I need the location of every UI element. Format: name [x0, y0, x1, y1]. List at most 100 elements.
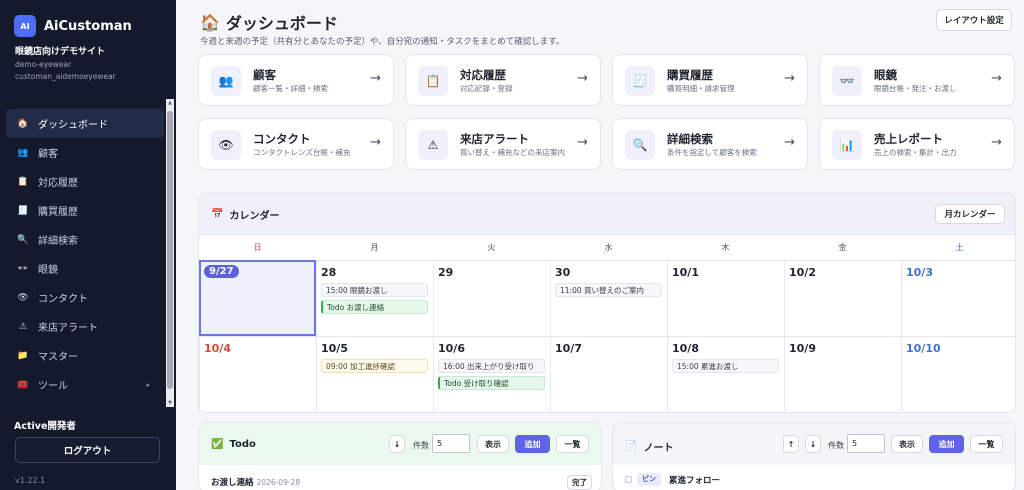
glasses-icon: 👓 [832, 66, 862, 96]
calendar-day[interactable]: 10/6 16:00 出来上がり受け取り Todo 受け取り確認 [433, 336, 550, 412]
calendar-day[interactable]: 30 11:00 買い替えのご案内 [550, 260, 667, 336]
note-checkbox[interactable] [625, 476, 632, 483]
sidebar-item-label: 眼鏡 [38, 265, 58, 276]
calendar-event[interactable]: 11:00 買い替えのご案内 [555, 283, 662, 297]
sidebar-item-9[interactable]: 🧰 ツール ▸ [6, 370, 164, 399]
todo-item-text: お渡し連絡 [211, 478, 254, 488]
calendar-day[interactable]: 9/27 [199, 260, 316, 336]
calendar-day[interactable]: 10/8 15:00 累進お渡し [667, 336, 784, 412]
glasses-icon: 👓 [17, 263, 29, 274]
calendar-header: 📅 カレンダー 月カレンダー [199, 194, 1015, 234]
todo-item[interactable]: お渡し連絡 2026-09-28 [211, 476, 300, 488]
sidebar-item-0[interactable]: 🏠 ダッシュボード [6, 109, 164, 138]
arrow-right-icon: → [991, 135, 1002, 150]
sidebar-item-label: 対応履歴 [38, 178, 78, 189]
todo-show-button[interactable]: 表示 [477, 435, 509, 453]
sort-down-icon[interactable]: ↓ [389, 435, 405, 453]
scroll-up-icon[interactable]: ▲ [166, 99, 174, 107]
calendar-event[interactable]: 16:00 出来上がり受け取り [438, 359, 545, 373]
receipt-icon: 🧾 [625, 66, 655, 96]
page-title: 🏠 ダッシュボード [200, 10, 338, 34]
sidebar-item-3[interactable]: 🧾 購買履歴 [6, 196, 164, 225]
calendar-day[interactable]: 10/3 [901, 260, 1015, 336]
search-icon: 🔍 [625, 130, 655, 160]
shortcut-card[interactable]: 🧾 購買履歴 購買明細・請求管理 → [612, 54, 808, 106]
card-subtitle: 対応記録・登録 [460, 84, 513, 93]
calendar-day[interactable]: 10/5 09:00 加工進捗確認 [316, 336, 433, 412]
scroll-down-icon[interactable]: ▼ [166, 399, 174, 407]
sidebar-item-label: 顧客 [38, 149, 58, 160]
card-title: 売上レポート [874, 132, 943, 146]
sidebar-item-label: ダッシュボード [38, 120, 108, 131]
todo-header: ✅ Todo ↓ 件数 5 表示 追加 一覧 [199, 423, 601, 465]
day-number: 10/8 [672, 342, 699, 355]
sidebar-item-label: ツール [38, 381, 68, 392]
month-calendar-button[interactable]: 月カレンダー [935, 204, 1005, 224]
brand[interactable]: AI AiCustoman [14, 15, 132, 37]
notes-add-button[interactable]: 追加 [929, 435, 964, 453]
day-number: 10/3 [906, 266, 933, 279]
weekday-label: 月 [370, 243, 379, 252]
logout-button[interactable]: ログアウト [15, 437, 160, 463]
note-item-text[interactable]: 累進フォロー [669, 474, 720, 486]
todo-count-input[interactable]: 5 [432, 434, 470, 453]
calendar-day[interactable]: 10/7 [550, 336, 667, 412]
user-id: customan_aidemoeyewear [15, 72, 116, 81]
arrow-right-icon: → [577, 71, 588, 86]
sidebar-item-4[interactable]: 🔍 詳細検索 [6, 225, 164, 254]
calendar-day[interactable]: 28 15:00 眼鏡お渡し Todo お渡し連絡 [316, 260, 433, 336]
calendar-day[interactable]: 29 [433, 260, 550, 336]
card-subtitle: 買い替え・補充などの来店案内 [460, 148, 565, 157]
calendar-day[interactable]: 10/2 [784, 260, 901, 336]
weekday-label: 日 [253, 243, 262, 252]
sidebar-scrollbar[interactable]: ▲ ▼ [166, 99, 174, 407]
todo-complete-button[interactable]: 完了 [567, 475, 592, 490]
calendar-day[interactable]: 10/10 [901, 336, 1015, 412]
sidebar-nav: 🏠 ダッシュボード 👥 顧客 📋 対応履歴 🧾 購買履歴 🔍 詳細検索 👓 眼鏡 👁 コンタクト ⚠ 来店アラ… [6, 109, 164, 405]
calendar-day[interactable]: 10/4 [199, 336, 316, 412]
calendar: 📅 カレンダー 月カレンダー 日 月 火 水 木 金 土 9/27 28 15:00 眼鏡お渡し… [198, 193, 1016, 413]
day-number: 30 [555, 266, 571, 279]
calendar-event[interactable]: 15:00 累進お渡し [672, 359, 779, 373]
sidebar-item-8[interactable]: 📁 マスター [6, 341, 164, 370]
arrow-right-icon: → [784, 71, 795, 86]
calendar-todo[interactable]: Todo 受け取り確認 [438, 376, 545, 390]
pin-badge: ピン [637, 473, 661, 486]
notes-count-input[interactable]: 5 [847, 434, 885, 453]
todo-panel: ✅ Todo ↓ 件数 5 表示 追加 一覧 お渡し連絡 2026-09-28 完… [198, 422, 602, 490]
sidebar-item-2[interactable]: 📋 対応履歴 [6, 167, 164, 196]
shortcut-card[interactable]: 👓 眼鏡 眼鏡台帳・発注・お渡し → [819, 54, 1015, 106]
shortcut-card[interactable]: 📋 対応履歴 対応記録・登録 → [405, 54, 601, 106]
shortcut-card[interactable]: ⚠ 来店アラート 買い替え・補充などの来店案内 → [405, 118, 601, 170]
sidebar-item-label: 来店アラート [38, 323, 98, 334]
calendar-day[interactable]: 10/9 [784, 336, 901, 412]
clipboard-icon: 📋 [17, 176, 29, 187]
layout-settings-button[interactable]: レイアウト設定 [936, 9, 1012, 31]
notes-list-button[interactable]: 一覧 [970, 435, 1003, 453]
todo-list-button[interactable]: 一覧 [556, 435, 589, 453]
calendar-event[interactable]: 09:00 加工進捗確認 [321, 359, 428, 373]
notes-panel: 📄 ノート ↑ ↓ 件数 5 表示 追加 一覧 ピン 累進フォロー [612, 422, 1016, 490]
eye-icon: 👁 [17, 292, 29, 303]
shortcut-card[interactable]: 👥 顧客 顧客一覧・詳細・検索 → [198, 54, 394, 106]
notes-show-button[interactable]: 表示 [891, 435, 923, 453]
sidebar-item-6[interactable]: 👁 コンタクト [6, 283, 164, 312]
sidebar-item-label: コンタクト [38, 294, 88, 305]
card-subtitle: 売上の検索・集計・出力 [874, 148, 957, 157]
shortcut-card[interactable]: 🔍 詳細検索 条件を指定して顧客を検索 → [612, 118, 808, 170]
card-subtitle: コンタクトレンズ台帳・補充 [253, 148, 351, 157]
sort-up-icon[interactable]: ↑ [783, 435, 799, 453]
sidebar-item-1[interactable]: 👥 顧客 [6, 138, 164, 167]
weekday-label: 土 [955, 243, 964, 252]
shortcut-card[interactable]: 👁 コンタクト コンタクトレンズ台帳・補充 → [198, 118, 394, 170]
calendar-day[interactable]: 10/1 [667, 260, 784, 336]
calendar-todo[interactable]: Todo お渡し連絡 [321, 300, 428, 314]
calendar-title-text: カレンダー [229, 211, 280, 222]
todo-add-button[interactable]: 追加 [515, 435, 550, 453]
calendar-event[interactable]: 15:00 眼鏡お渡し [321, 283, 428, 297]
scroll-thumb[interactable] [167, 111, 173, 389]
sidebar-item-5[interactable]: 👓 眼鏡 [6, 254, 164, 283]
sort-down-icon[interactable]: ↓ [805, 435, 821, 453]
sidebar-item-7[interactable]: ⚠ 来店アラート [6, 312, 164, 341]
shortcut-card[interactable]: 📊 売上レポート 売上の検索・集計・出力 → [819, 118, 1015, 170]
